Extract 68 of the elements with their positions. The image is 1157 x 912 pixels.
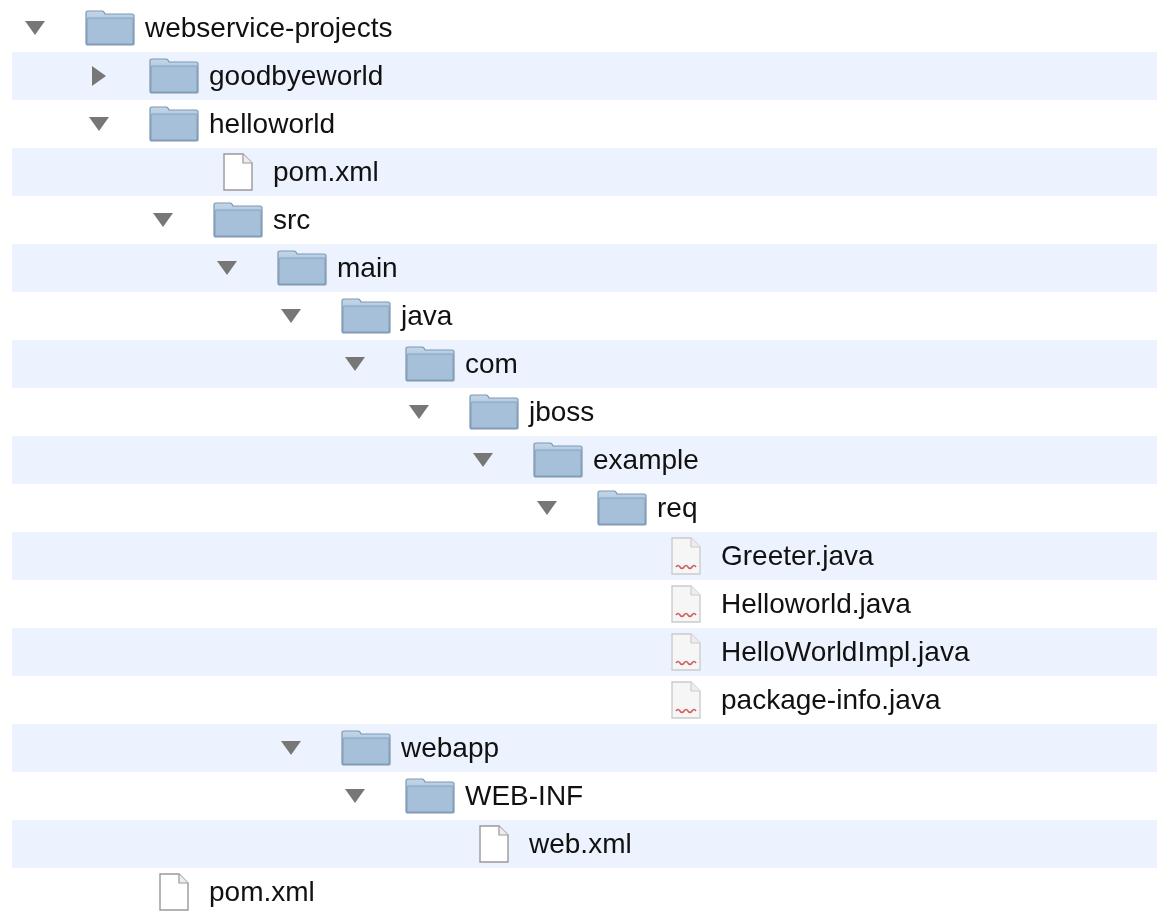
folder-icon — [533, 442, 583, 478]
tree-row[interactable]: web.xml — [12, 820, 1157, 868]
folder-icon — [149, 106, 199, 142]
tree-row[interactable]: helloworld — [12, 100, 1157, 148]
document-icon — [479, 825, 509, 863]
disclosure-triangle[interactable] — [217, 261, 237, 275]
file-name: HelloWorldImpl.java — [721, 636, 970, 668]
folder-icon — [85, 10, 135, 46]
folder-icon — [405, 346, 455, 382]
java-file-icon — [671, 681, 701, 719]
disclosure-triangle[interactable] — [345, 357, 365, 371]
java-file-icon — [671, 585, 701, 623]
folder-icon — [341, 298, 391, 334]
disclosure-triangle[interactable] — [281, 309, 301, 323]
tree-row[interactable]: Helloworld.java — [12, 580, 1157, 628]
file-name: pom.xml — [209, 876, 315, 908]
file-name: webapp — [401, 732, 500, 764]
tree-row[interactable]: java — [12, 292, 1157, 340]
file-name: goodbyeworld — [209, 60, 384, 92]
file-name: java — [401, 300, 453, 332]
file-name: web.xml — [529, 828, 632, 860]
tree-row[interactable]: req — [12, 484, 1157, 532]
file-name: pom.xml — [273, 156, 379, 188]
document-icon — [159, 873, 189, 911]
disclosure-triangle[interactable] — [537, 501, 557, 515]
folder-icon — [597, 490, 647, 526]
tree-row[interactable]: goodbyeworld — [12, 52, 1157, 100]
tree-row[interactable]: webapp — [12, 724, 1157, 772]
file-name: src — [273, 204, 311, 236]
file-name: Helloworld.java — [721, 588, 911, 620]
tree-row[interactable]: HelloWorldImpl.java — [12, 628, 1157, 676]
document-icon — [223, 153, 253, 191]
tree-row[interactable]: webservice-projects — [12, 4, 1157, 52]
tree-row[interactable]: com — [12, 340, 1157, 388]
file-name: helloworld — [209, 108, 336, 140]
file-name: WEB-INF — [465, 780, 584, 812]
disclosure-triangle[interactable] — [89, 117, 109, 131]
tree-row[interactable]: example — [12, 436, 1157, 484]
java-file-icon — [671, 633, 701, 671]
file-name: jboss — [529, 396, 595, 428]
disclosure-triangle[interactable] — [345, 789, 365, 803]
file-name: package-info.java — [721, 684, 941, 716]
tree-row[interactable]: WEB-INF — [12, 772, 1157, 820]
file-name: req — [657, 492, 698, 524]
file-name: example — [593, 444, 699, 476]
file-name: main — [337, 252, 398, 284]
tree-row[interactable]: Greeter.java — [12, 532, 1157, 580]
disclosure-triangle[interactable] — [153, 213, 173, 227]
disclosure-triangle[interactable] — [473, 453, 493, 467]
java-file-icon — [671, 537, 701, 575]
disclosure-triangle[interactable] — [25, 21, 45, 35]
tree-row[interactable]: main — [12, 244, 1157, 292]
tree-row[interactable]: pom.xml — [12, 148, 1157, 196]
file-name: webservice-projects — [145, 12, 393, 44]
disclosure-triangle[interactable] — [409, 405, 429, 419]
file-name: com — [465, 348, 518, 380]
folder-icon — [341, 730, 391, 766]
tree-row[interactable]: jboss — [12, 388, 1157, 436]
tree-row[interactable]: pom.xml — [12, 868, 1157, 912]
folder-icon — [213, 202, 263, 238]
folder-icon — [469, 394, 519, 430]
tree-row[interactable]: package-info.java — [12, 676, 1157, 724]
folder-icon — [277, 250, 327, 286]
tree-row[interactable]: src — [12, 196, 1157, 244]
file-name: Greeter.java — [721, 540, 874, 572]
folder-icon — [405, 778, 455, 814]
disclosure-triangle[interactable] — [281, 741, 301, 755]
folder-icon — [149, 58, 199, 94]
